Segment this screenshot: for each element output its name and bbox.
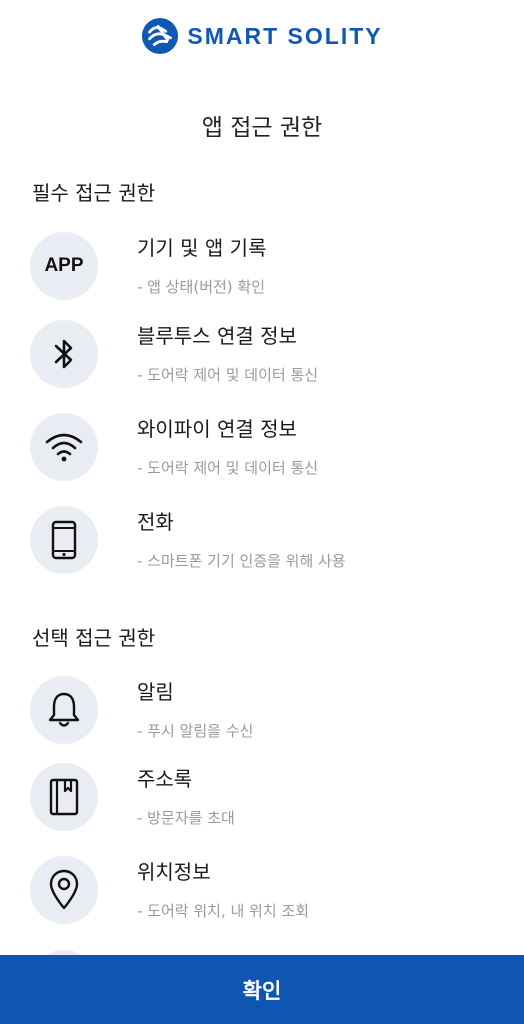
brand-logo: SMART SOLITY	[0, 16, 524, 56]
phone-icon	[30, 506, 98, 574]
permission-label: 와이파이 연결 정보	[137, 417, 297, 441]
bell-icon	[30, 676, 98, 744]
permission-label: 기기 및 앱 기록	[137, 236, 267, 260]
permission-description: - 푸시 알림을 수신	[137, 722, 254, 740]
permission-label: 알림	[137, 680, 174, 704]
permission-description: - 방문자를 초대	[137, 809, 235, 827]
required-section-title: 필수 접근 권한	[32, 181, 156, 205]
optional-section-title: 선택 접근 권한	[32, 626, 156, 650]
permission-item-contacts: 주소록 - 방문자를 초대	[30, 763, 500, 833]
permission-label: 주소록	[137, 767, 193, 791]
permission-description: - 스마트폰 기기 인증을 위해 사용	[137, 552, 346, 570]
permission-description: - 도어락 위치, 내 위치 조회	[137, 902, 310, 920]
permission-label: 전화	[137, 510, 174, 534]
permission-description: - 도어락 제어 및 데이터 통신	[137, 366, 319, 384]
page-title: 앱 접근 권한	[201, 115, 323, 141]
app-icon: APP	[30, 232, 98, 300]
permission-label: 위치정보	[137, 860, 211, 884]
permission-item-location: 위치정보 - 도어락 위치, 내 위치 조회	[30, 856, 500, 926]
permission-description: - 앱 상태(버전) 확인	[137, 278, 266, 296]
wifi-icon	[30, 413, 98, 481]
permission-item-bluetooth: 블루투스 연결 정보 - 도어락 제어 및 데이터 통신	[30, 320, 500, 390]
permission-item-wifi: 와이파이 연결 정보 - 도어락 제어 및 데이터 통신	[30, 413, 500, 483]
smart-solity-logo-icon	[142, 17, 179, 55]
app-icon-text: APP	[44, 255, 84, 276]
permission-item-phone: 전화 - 스마트폰 기기 인증을 위해 사용	[30, 506, 500, 576]
location-pin-icon	[30, 856, 98, 924]
permission-item-app-history: APP 기기 및 앱 기록 - 앱 상태(버전) 확인	[30, 232, 500, 302]
confirm-button[interactable]: 확인	[0, 955, 524, 1024]
brand-name: SMART SOLITY	[187, 22, 383, 49]
permission-description: - 도어락 제어 및 데이터 통신	[137, 459, 319, 477]
contacts-book-icon	[30, 763, 98, 831]
permission-item-notifications: 알림 - 푸시 알림을 수신	[30, 676, 500, 746]
bluetooth-icon	[30, 320, 98, 388]
permission-label: 블루투스 연결 정보	[137, 324, 297, 348]
